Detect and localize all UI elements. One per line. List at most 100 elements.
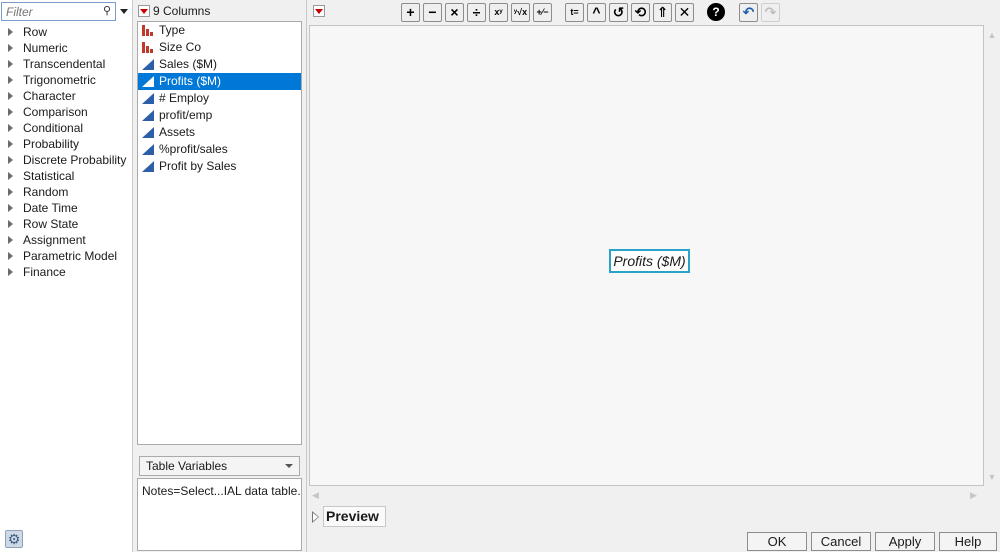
undo-icon[interactable]: ↶ [739, 3, 758, 22]
column-item[interactable]: Assets [138, 124, 301, 141]
preview-toggle[interactable]: Preview [312, 506, 386, 528]
column-label: Assets [159, 125, 196, 139]
scroll-up-icon[interactable]: ▲ [987, 30, 997, 40]
category-label: Random [23, 185, 69, 199]
switch-icon[interactable]: ⟲ [631, 3, 650, 22]
category-item[interactable]: Conditional [0, 120, 133, 136]
column-item[interactable]: Profits ($M) [138, 73, 301, 90]
apply-button[interactable]: Apply [875, 532, 935, 551]
column-item[interactable]: Profit by Sales [138, 158, 301, 175]
local-variable-icon[interactable]: ↺ [609, 3, 628, 22]
column-item[interactable]: profit/emp [138, 107, 301, 124]
expand-triangle-icon[interactable] [8, 268, 13, 276]
column-label: Size Co [159, 40, 202, 54]
redo-icon[interactable]: ↷ [761, 3, 780, 22]
category-label: Comparison [23, 105, 88, 119]
power-icon[interactable]: xʸ [489, 3, 508, 22]
ok-button[interactable]: OK [747, 532, 807, 551]
continuous-column-icon [142, 76, 154, 87]
add-icon[interactable]: + [401, 3, 420, 22]
filter-box[interactable]: ⚲ [1, 2, 116, 21]
category-item[interactable]: Statistical [0, 168, 133, 184]
peel-icon[interactable]: ^ [587, 3, 606, 22]
category-item[interactable]: Character [0, 88, 133, 104]
delete-icon[interactable]: ✕ [675, 3, 694, 22]
category-item[interactable]: Assignment [0, 232, 133, 248]
scroll-right-icon[interactable]: ▶ [970, 490, 980, 500]
table-variables-notes[interactable]: Notes=Select...IAL data table. [137, 478, 302, 551]
category-item[interactable]: Date Time [0, 200, 133, 216]
category-item[interactable]: Finance [0, 264, 133, 280]
category-list: Row Numeric Transcendental Trigonometric Cha… [0, 24, 133, 280]
chevron-down-icon [120, 9, 128, 14]
gear-icon[interactable]: ⚙ [5, 530, 23, 548]
scroll-left-icon[interactable]: ◀ [312, 490, 322, 500]
expand-triangle-icon[interactable] [8, 156, 13, 164]
continuous-column-icon [142, 161, 154, 172]
red-triangle-menu-icon[interactable] [313, 4, 325, 17]
category-label: Row State [23, 217, 79, 231]
search-icon[interactable]: ⚲ [103, 4, 111, 17]
expand-triangle-icon[interactable] [8, 252, 13, 260]
expand-triangle-icon[interactable] [8, 76, 13, 84]
assign-icon[interactable]: t= [565, 3, 584, 22]
cancel-button[interactable]: Cancel [811, 532, 871, 551]
category-item[interactable]: Numeric [0, 40, 133, 56]
category-label: Probability [23, 137, 80, 151]
category-item[interactable]: Comparison [0, 104, 133, 120]
divide-icon[interactable]: ÷ [467, 3, 486, 22]
category-item[interactable]: Random [0, 184, 133, 200]
root-icon[interactable]: ʸ√x [511, 3, 530, 22]
column-label: Profits ($M) [159, 74, 222, 88]
preview-label[interactable]: Preview [323, 506, 386, 527]
category-item[interactable]: Row [0, 24, 133, 40]
continuous-column-icon [142, 110, 154, 121]
category-label: Conditional [23, 121, 84, 135]
category-item[interactable]: Transcendental [0, 56, 133, 72]
help-button[interactable]: Help [939, 532, 997, 551]
category-item[interactable]: Discrete Probability [0, 152, 133, 168]
expand-triangle-icon[interactable] [8, 124, 13, 132]
category-item[interactable]: Trigonometric [0, 72, 133, 88]
expand-triangle-icon[interactable] [8, 108, 13, 116]
expand-triangle-icon[interactable] [8, 92, 13, 100]
column-item[interactable]: Sales ($M) [138, 56, 301, 73]
help-icon[interactable]: ? [707, 3, 725, 21]
expand-triangle-icon[interactable] [8, 172, 13, 180]
category-label: Trigonometric [23, 73, 96, 87]
category-item[interactable]: Probability [0, 136, 133, 152]
plus-minus-icon[interactable]: +⁄− [533, 3, 552, 22]
expand-triangle-icon[interactable] [8, 28, 13, 36]
filter-input[interactable] [2, 3, 97, 20]
nominal-column-icon [142, 42, 155, 53]
table-variables-select[interactable]: Table Variables [139, 456, 300, 476]
expand-triangle-icon[interactable] [8, 140, 13, 148]
red-triangle-menu-icon[interactable] [138, 4, 150, 17]
column-item[interactable]: Type [138, 22, 301, 39]
formula-element[interactable]: Profits ($M) [609, 249, 690, 273]
category-label: Transcendental [23, 57, 106, 71]
expand-triangle-icon[interactable] [8, 236, 13, 244]
expand-triangle-icon[interactable] [8, 220, 13, 228]
unary-icon[interactable]: ⇑ [653, 3, 672, 22]
filter-dropdown-button[interactable] [118, 5, 130, 17]
expand-triangle-icon[interactable] [8, 188, 13, 196]
category-label: Discrete Probability [23, 153, 127, 167]
scroll-down-icon[interactable]: ▼ [987, 472, 997, 482]
expand-triangle-icon[interactable] [8, 60, 13, 68]
category-item[interactable]: Row State [0, 216, 133, 232]
expand-triangle-icon[interactable] [8, 204, 13, 212]
disclosure-triangle-icon[interactable] [312, 510, 321, 523]
expand-triangle-icon[interactable] [8, 44, 13, 52]
subtract-icon[interactable]: − [423, 3, 442, 22]
column-list[interactable]: Type Size Co Sales ($M) Profits ($M) # Emplo… [137, 21, 302, 445]
category-label: Finance [23, 265, 66, 279]
category-label: Date Time [23, 201, 78, 215]
column-item[interactable]: %profit/sales [138, 141, 301, 158]
column-item[interactable]: Size Co [138, 39, 301, 56]
columns-header: 9 Columns [138, 3, 210, 19]
column-item[interactable]: # Employ [138, 90, 301, 107]
multiply-icon[interactable]: × [445, 3, 464, 22]
category-item[interactable]: Parametric Model [0, 248, 133, 264]
editor-menu-button[interactable] [313, 3, 325, 17]
